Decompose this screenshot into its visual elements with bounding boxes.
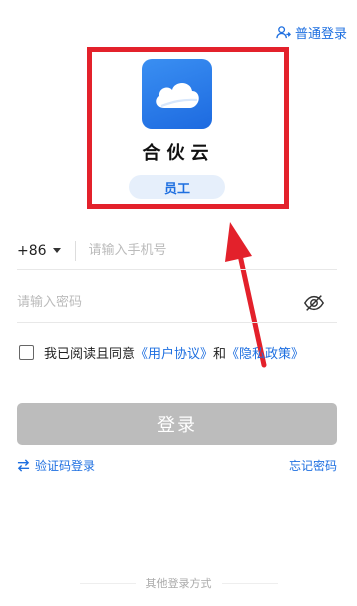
other-login-methods: 其他登录方式 xyxy=(0,575,357,591)
divider xyxy=(74,240,76,261)
country-code-selector[interactable]: +86 xyxy=(17,243,61,259)
and-text: 和 xyxy=(213,347,227,362)
divider-left xyxy=(79,582,136,584)
user-agreement-link[interactable]: 《用户协议》 xyxy=(135,343,213,362)
eye-hidden-icon[interactable] xyxy=(303,292,325,314)
agreement-row: 我已阅读且同意 《用户协议》 和 《隐私政策》 xyxy=(19,343,304,362)
divider-right xyxy=(221,582,278,584)
other-login-label: 其他登录方式 xyxy=(145,577,212,590)
country-code: +86 xyxy=(17,242,47,259)
agreement-prefix: 我已阅读且同意 xyxy=(44,347,136,362)
password-row xyxy=(17,283,337,323)
swap-icon xyxy=(17,459,30,472)
phone-input[interactable] xyxy=(88,243,337,258)
forgot-password-link[interactable]: 忘记密码 xyxy=(289,457,337,474)
password-input[interactable] xyxy=(17,295,303,310)
dropdown-caret-icon xyxy=(52,248,61,253)
login-button[interactable]: 登录 xyxy=(17,403,337,445)
sms-login-link[interactable]: 验证码登录 xyxy=(17,457,95,474)
highlight-box xyxy=(87,47,289,209)
user-switch-icon xyxy=(276,26,291,39)
phone-row: +86 xyxy=(17,232,337,270)
agreement-checkbox[interactable] xyxy=(19,345,34,360)
normal-login-label: 普通登录 xyxy=(294,27,347,42)
sms-login-label: 验证码登录 xyxy=(35,459,96,473)
normal-login-link[interactable]: 普通登录 xyxy=(276,23,347,42)
privacy-policy-link[interactable]: 《隐私政策》 xyxy=(226,343,304,362)
